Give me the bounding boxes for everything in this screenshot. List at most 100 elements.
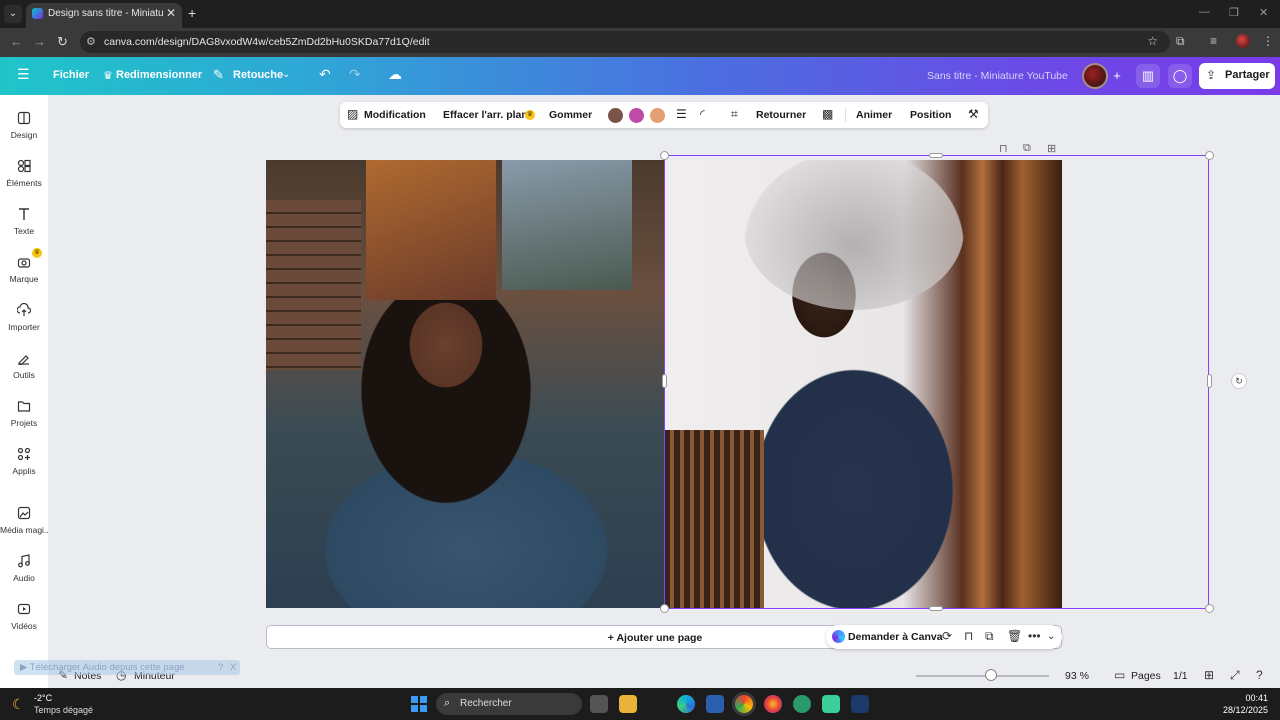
edge-browser-icon[interactable] — [677, 695, 695, 713]
rotate-icon[interactable]: ↻ — [1231, 373, 1247, 389]
browser-menu-icon[interactable]: ⋮ — [1262, 34, 1274, 48]
trash-icon[interactable]: 🗑 — [1007, 629, 1022, 643]
sidebar-item-magic-media[interactable]: Média magi... — [0, 504, 48, 548]
sidebar-item-audio[interactable]: Audio — [0, 552, 48, 596]
back-arrow-icon[interactable]: ← — [10, 34, 23, 49]
color-swatch[interactable] — [650, 108, 665, 123]
taskbar-search[interactable]: ⌕ Rechercher — [436, 693, 582, 715]
chevron-down-icon[interactable]: ⌄ — [1047, 631, 1055, 642]
copy-style-icon[interactable]: ⚒ — [968, 107, 979, 121]
moon-weather-icon[interactable]: ☾ — [12, 696, 25, 713]
resize-handle[interactable] — [929, 153, 943, 158]
window-close-icon[interactable]: ✕ — [1259, 6, 1268, 19]
document-title[interactable]: Sans titre - Miniature YouTube — [927, 70, 1068, 82]
position-button[interactable]: Position — [910, 109, 951, 121]
reading-list-icon[interactable]: ≡ — [1210, 34, 1217, 48]
firefox-icon[interactable] — [764, 695, 782, 713]
pages-button[interactable]: Pages — [1131, 670, 1161, 682]
hamburger-menu-icon[interactable]: ☰ — [17, 66, 30, 83]
browser-profile-avatar[interactable] — [1236, 34, 1250, 48]
remove-background-button[interactable]: Effacer l'arr. plan — [443, 109, 528, 121]
close-icon[interactable]: X — [230, 662, 236, 673]
audio-download-overlay[interactable]: ▶ Télécharger Audio depuis cette page ? … — [14, 660, 240, 675]
task-view-icon[interactable] — [590, 695, 608, 713]
file-menu-button[interactable]: Fichier — [53, 69, 89, 81]
bookmark-star-icon[interactable]: ☆ — [1147, 34, 1158, 48]
sidebar-item-elements[interactable]: Éléments — [0, 157, 48, 201]
selection-frame[interactable] — [664, 155, 1209, 609]
ask-canva-button[interactable]: Demander à Canva — [848, 631, 943, 643]
insights-chart-icon[interactable]: ▥ — [1136, 64, 1160, 88]
add-icon[interactable]: ⊞ — [1047, 142, 1056, 155]
forward-arrow-icon[interactable]: → — [33, 34, 46, 49]
help-icon[interactable]: ? — [218, 662, 223, 673]
minimize-icon[interactable]: — — [1199, 6, 1210, 18]
store-icon[interactable] — [706, 695, 724, 713]
fullscreen-icon[interactable]: ⤢ — [1230, 668, 1240, 683]
chevron-down-icon[interactable]: ⌄ — [282, 69, 290, 80]
reload-icon[interactable]: ↻ — [57, 34, 68, 50]
resize-handle[interactable] — [660, 604, 669, 613]
sidebar-item-brand[interactable]: ♛ Marque — [0, 248, 48, 297]
comment-icon[interactable]: ◯ — [1168, 64, 1192, 88]
resize-handle[interactable] — [660, 151, 669, 160]
sidebar-item-projects[interactable]: Projets — [0, 397, 48, 441]
app-icon[interactable] — [822, 695, 840, 713]
sidebar-item-text[interactable]: Texte — [0, 205, 48, 249]
grid-view-icon[interactable]: ⊞ — [1204, 668, 1214, 682]
crop-icon[interactable]: ⌗ — [731, 107, 738, 122]
maximize-icon[interactable]: ❐ — [1229, 6, 1239, 19]
clock-date[interactable]: 28/12/2025 — [1212, 705, 1268, 715]
invite-plus-icon[interactable]: + — [1105, 64, 1129, 88]
comment-add-icon[interactable]: ⟳ — [942, 629, 952, 643]
share-button[interactable]: ⇪ Partager — [1199, 63, 1275, 89]
erase-button[interactable]: Gommer — [549, 109, 592, 121]
lock-icon[interactable]: ⊓ — [964, 629, 973, 643]
zoom-level[interactable]: 93 % — [1065, 670, 1089, 682]
duplicate-icon[interactable]: ⧉ — [985, 629, 994, 644]
site-info-icon[interactable]: ⚙ — [86, 35, 96, 48]
sidebar-item-apps[interactable]: Applis — [0, 445, 48, 489]
color-swatch[interactable] — [608, 108, 623, 123]
flip-button[interactable]: Retourner — [756, 109, 806, 121]
cloud-saved-icon[interactable]: ☁ — [388, 66, 402, 83]
browser-tab[interactable]: Design sans titre - Miniature YouTube ✕ — [26, 3, 182, 28]
resize-handle[interactable] — [1205, 151, 1214, 160]
resize-handle[interactable] — [662, 374, 667, 388]
sidebar-item-videos[interactable]: Vidéos — [0, 600, 48, 644]
app-icon[interactable] — [793, 695, 811, 713]
steam-icon[interactable] — [851, 695, 869, 713]
tab-close-icon[interactable]: ✕ — [166, 6, 176, 20]
sidebar-item-upload[interactable]: Importer — [0, 301, 48, 345]
resize-button[interactable]: Redimensionner — [116, 69, 202, 81]
url-field[interactable]: ⚙ canva.com/design/DAG8vxodW4w/ceb5ZmDd2… — [80, 31, 1170, 53]
windows-start-icon[interactable] — [411, 696, 427, 712]
tab-list-chevron-icon[interactable]: ⌄ — [4, 5, 22, 23]
resize-handle[interactable] — [1205, 604, 1214, 613]
extensions-icon[interactable]: ⧉ — [1176, 34, 1185, 49]
color-swatch[interactable] — [629, 108, 644, 123]
sidebar-item-tools[interactable]: Outils — [0, 349, 48, 393]
corner-rounding-icon[interactable]: ◜ — [700, 107, 705, 121]
edit-mode-dropdown[interactable]: Retouche — [233, 69, 283, 81]
zoom-slider-track[interactable] — [916, 675, 1049, 677]
border-style-icon[interactable]: ☰ — [676, 107, 687, 121]
clock-time[interactable]: 00:41 — [1236, 693, 1268, 703]
new-tab-button[interactable]: + — [188, 5, 196, 21]
sidebar-item-design[interactable]: Design — [0, 109, 48, 153]
edit-image-button[interactable]: Modification — [364, 109, 426, 121]
zoom-slider-knob[interactable] — [985, 669, 997, 681]
lock-icon[interactable]: ⊓ — [999, 142, 1008, 155]
photo-excited-man[interactable] — [266, 160, 664, 608]
more-options-icon[interactable]: ••• — [1028, 629, 1041, 643]
transparency-icon[interactable]: ▩ — [822, 107, 833, 121]
undo-icon[interactable]: ↶ — [319, 66, 331, 83]
animate-button[interactable]: Animer — [856, 109, 892, 121]
redo-icon[interactable]: ↷ — [349, 66, 361, 83]
file-explorer-icon[interactable] — [619, 695, 637, 713]
resize-handle[interactable] — [1207, 374, 1212, 388]
duplicate-icon[interactable]: ⧉ — [1023, 142, 1031, 155]
chrome-icon[interactable] — [735, 695, 753, 713]
resize-handle[interactable] — [929, 606, 943, 611]
help-icon[interactable]: ? — [1256, 668, 1263, 682]
